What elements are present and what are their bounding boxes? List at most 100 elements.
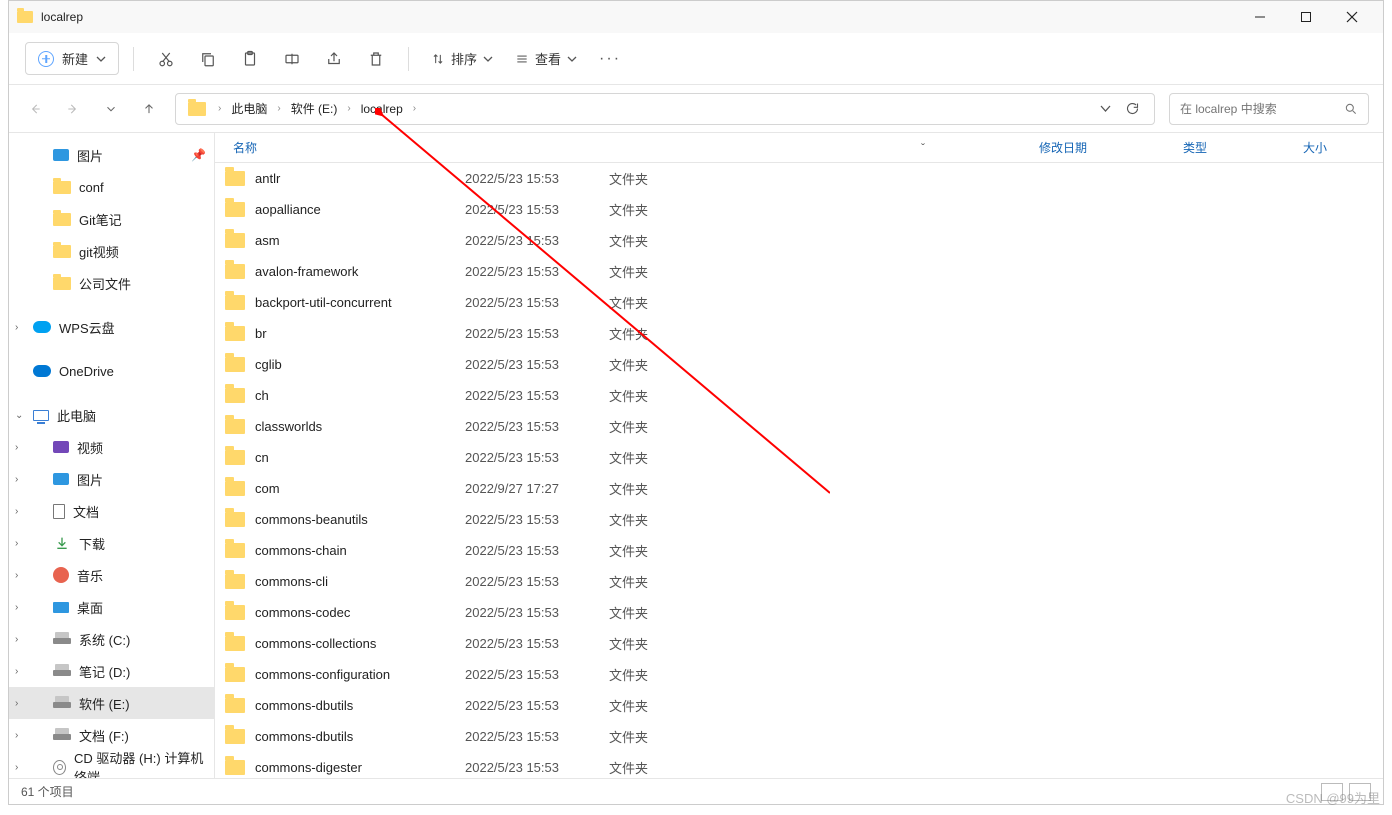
share-button[interactable]: [316, 41, 352, 77]
nav-item[interactable]: ›系统 (C:): [9, 623, 214, 655]
nav-item[interactable]: OneDrive: [9, 355, 214, 387]
nav-item[interactable]: git视频: [9, 235, 214, 267]
folder-icon: [225, 171, 245, 186]
nav-label: conf: [79, 180, 104, 195]
folder-row[interactable]: commons-chain2022/5/23 15:53文件夹: [215, 535, 1383, 566]
search-input[interactable]: [1180, 102, 1344, 116]
folder-row[interactable]: antlr2022/5/23 15:53文件夹: [215, 163, 1383, 194]
expand-icon[interactable]: ›: [15, 634, 18, 645]
nav-item[interactable]: › 视频: [9, 431, 214, 463]
nav-item[interactable]: Git笔记: [9, 203, 214, 235]
folder-row[interactable]: commons-codec2022/5/23 15:53文件夹: [215, 597, 1383, 628]
breadcrumb-seg[interactable]: 软件 (E:): [287, 96, 342, 121]
expand-icon[interactable]: ›: [15, 442, 18, 453]
nav-label: 视频: [77, 438, 103, 457]
expand-icon[interactable]: ›: [15, 762, 18, 773]
back-button[interactable]: [23, 97, 47, 121]
copy-button[interactable]: [190, 41, 226, 77]
nav-item[interactable]: conf: [9, 171, 214, 203]
refresh-icon[interactable]: [1125, 101, 1140, 116]
maximize-button[interactable]: [1283, 1, 1329, 33]
folder-row[interactable]: classworlds2022/5/23 15:53文件夹: [215, 411, 1383, 442]
nav-item[interactable]: ›CD 驱动器 (H:) 计算机终端: [9, 751, 214, 778]
nav-item[interactable]: ›文档: [9, 495, 214, 527]
expand-icon[interactable]: ›: [15, 698, 18, 709]
minimize-button[interactable]: [1237, 1, 1283, 33]
file-name: commons-beanutils: [255, 512, 368, 527]
file-type: 文件夹: [609, 603, 729, 622]
nav-item[interactable]: ›图片: [9, 463, 214, 495]
drive-icon: [53, 734, 71, 740]
nav-item[interactable]: ›音乐: [9, 559, 214, 591]
delete-button[interactable]: [358, 41, 394, 77]
folder-row[interactable]: ch2022/5/23 15:53文件夹: [215, 380, 1383, 411]
view-button[interactable]: 查看: [507, 43, 585, 74]
folder-row[interactable]: commons-collections2022/5/23 15:53文件夹: [215, 628, 1383, 659]
titlebar[interactable]: localrep: [9, 1, 1383, 33]
new-button[interactable]: 新建: [25, 42, 119, 75]
nav-item[interactable]: ›笔记 (D:): [9, 655, 214, 687]
file-name: cn: [255, 450, 269, 465]
folder-row[interactable]: commons-digester2022/5/23 15:53文件夹: [215, 752, 1383, 778]
desktop-icon: [53, 602, 69, 613]
folder-row[interactable]: commons-beanutils2022/5/23 15:53文件夹: [215, 504, 1383, 535]
file-type: 文件夹: [609, 293, 729, 312]
chevron-down-icon[interactable]: [1100, 103, 1111, 114]
nav-item[interactable]: ›桌面: [9, 591, 214, 623]
folder-row[interactable]: commons-cli2022/5/23 15:53文件夹: [215, 566, 1383, 597]
nav-item[interactable]: ⌄此电脑: [9, 399, 214, 431]
folder-row[interactable]: com2022/9/27 17:27文件夹: [215, 473, 1383, 504]
paste-button[interactable]: [232, 41, 268, 77]
nav-item[interactable]: ›WPS云盘: [9, 311, 214, 343]
expand-icon[interactable]: ›: [15, 538, 18, 549]
nav-label: 公司文件: [79, 274, 131, 293]
search-box[interactable]: [1169, 93, 1369, 125]
cut-button[interactable]: [148, 41, 184, 77]
rename-button[interactable]: [274, 41, 310, 77]
close-button[interactable]: [1329, 1, 1375, 33]
col-type[interactable]: 类型: [1183, 139, 1303, 156]
breadcrumb-seg[interactable]: localrep: [357, 98, 407, 120]
folder-row[interactable]: cglib2022/5/23 15:53文件夹: [215, 349, 1383, 380]
expand-icon[interactable]: ›: [15, 322, 18, 333]
folder-row[interactable]: commons-dbutils2022/5/23 15:53文件夹: [215, 721, 1383, 752]
expand-icon[interactable]: ›: [15, 730, 18, 741]
folder-row[interactable]: cn2022/5/23 15:53文件夹: [215, 442, 1383, 473]
breadcrumb-seg[interactable]: 此电脑: [227, 96, 271, 121]
file-date: 2022/5/23 15:53: [465, 605, 609, 620]
sort-button[interactable]: 排序: [423, 43, 501, 74]
forward-button[interactable]: [61, 97, 85, 121]
more-button[interactable]: ···: [591, 50, 629, 68]
expand-icon[interactable]: ›: [15, 474, 18, 485]
expand-icon[interactable]: ›: [15, 506, 18, 517]
breadcrumb[interactable]: › 此电脑 › 软件 (E:) › localrep ›: [175, 93, 1155, 125]
recent-button[interactable]: [99, 97, 123, 121]
folder-row[interactable]: br2022/5/23 15:53文件夹: [215, 318, 1383, 349]
col-date[interactable]: 修改日期: [1039, 139, 1183, 156]
chevron-right-icon: ›: [214, 103, 225, 114]
nav-item[interactable]: ›文档 (F:): [9, 719, 214, 751]
expand-icon[interactable]: ⌄: [15, 410, 23, 421]
folder-row[interactable]: asm2022/5/23 15:53文件夹: [215, 225, 1383, 256]
navigation-pane[interactable]: 图片📌confGit笔记git视频公司文件›WPS云盘OneDrive⌄此电脑›…: [9, 133, 215, 778]
expand-icon[interactable]: ›: [15, 602, 18, 613]
file-list[interactable]: antlr2022/5/23 15:53文件夹aopalliance2022/5…: [215, 163, 1383, 778]
col-size[interactable]: 大小: [1303, 139, 1383, 156]
folder-row[interactable]: commons-configuration2022/5/23 15:53文件夹: [215, 659, 1383, 690]
folder-icon: [225, 605, 245, 620]
folder-row[interactable]: avalon-framework2022/5/23 15:53文件夹: [215, 256, 1383, 287]
col-name[interactable]: 名称: [215, 139, 465, 156]
expand-icon[interactable]: ›: [15, 666, 18, 677]
nav-item[interactable]: ›软件 (E:): [9, 687, 214, 719]
nav-item[interactable]: ›下载: [9, 527, 214, 559]
folder-row[interactable]: commons-dbutils2022/5/23 15:53文件夹: [215, 690, 1383, 721]
item-count: 61 个项目: [21, 783, 74, 800]
nav-item[interactable]: 公司文件: [9, 267, 214, 299]
folder-row[interactable]: backport-util-concurrent2022/5/23 15:53文…: [215, 287, 1383, 318]
expand-icon[interactable]: ›: [15, 570, 18, 581]
up-button[interactable]: [137, 97, 161, 121]
column-headers[interactable]: 名称 ˇ 修改日期 类型 大小: [215, 133, 1383, 163]
folder-row[interactable]: aopalliance2022/5/23 15:53文件夹: [215, 194, 1383, 225]
nav-item[interactable]: 图片📌: [9, 139, 214, 171]
file-name: br: [255, 326, 267, 341]
